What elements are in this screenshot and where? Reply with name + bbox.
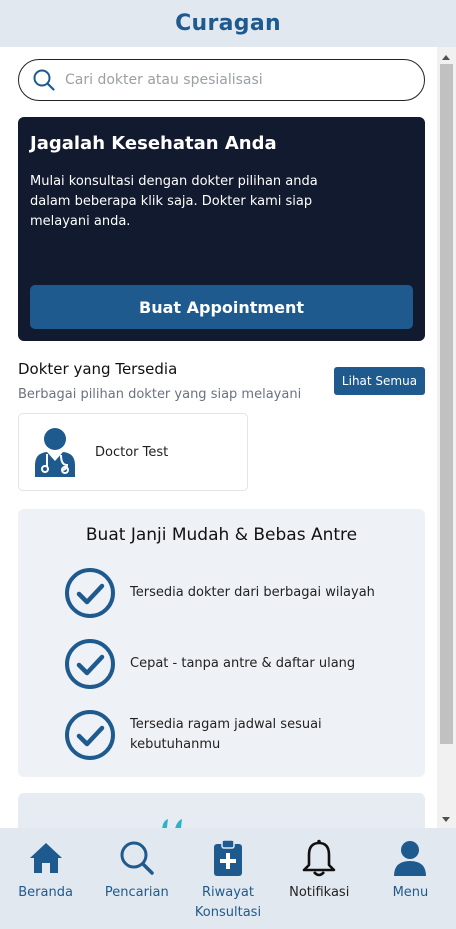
feature-text: Tersedia ragam jadwal sesuai kebutuhanmu [130,717,322,752]
check-circle-icon [65,710,115,760]
home-icon [29,843,62,873]
nav-item-home[interactable]: Beranda [0,828,91,929]
search-bar[interactable] [18,59,425,101]
feature-text: Tersedia dokter dari berbagai wilayah [130,585,375,600]
check-circle-icon [65,568,115,618]
promo-title: Buat Janji Mudah & Bebas Antre [85,525,358,545]
illustration-icon [162,819,182,828]
doctors-section-subtitle: Berbagai pilihan dokter yang siap melaya… [18,387,302,402]
secondary-banner [18,793,425,828]
top-app-bar: Curagan [0,0,456,47]
clipboard-medical-icon [214,839,242,876]
search-icon [120,841,154,875]
bell-icon [302,839,336,877]
nav-label-history: Riwayat Konsultasi [194,885,262,920]
scroll-thumb[interactable] [440,64,453,744]
bottom-navigation: Beranda Pencarian Riwayat Konsultasi Not… [0,828,456,929]
scrollbar[interactable] [437,47,456,828]
feature-item: Tersedia dokter dari berbagai wilayah [64,567,380,619]
doctor-card[interactable]: Doctor Test [18,413,248,491]
nav-label-home: Beranda [18,885,73,900]
feature-item: Tersedia ragam jadwal sesuai kebutuhanmu [64,709,330,761]
search-input[interactable] [65,72,395,88]
doctors-section-title: Dokter yang Tersedia [18,360,178,378]
feature-item: Cepat - tanpa antre & daftar ulang [64,638,380,690]
scroll-down-arrow-icon[interactable] [442,817,450,822]
doctor-name: Doctor Test [95,444,169,460]
nav-item-search[interactable]: Pencarian [91,828,182,929]
nav-item-history[interactable]: Riwayat Konsultasi [182,828,273,929]
scroll-up-arrow-icon[interactable] [442,55,450,60]
check-circle-icon [65,639,115,689]
nav-label-notifications: Notifikasi [289,885,350,900]
user-icon [394,841,427,876]
nav-label-menu: Menu [392,885,429,900]
see-all-button[interactable]: Lihat Semua [334,367,425,395]
feature-text: Cepat - tanpa antre & daftar ulang [130,656,356,671]
hero-text: Mulai konsultasi dengan dokter pilihan a… [30,174,318,229]
main-content[interactable]: Jagalah Kesehatan Anda Mulai konsultasi … [0,47,437,828]
nav-item-notifications[interactable]: Notifikasi [274,828,365,929]
hero-banner: Jagalah Kesehatan Anda Mulai konsultasi … [18,117,425,341]
hero-title: Jagalah Kesehatan Anda [30,133,277,154]
doctor-icon [35,428,75,477]
nav-item-menu[interactable]: Menu [365,828,456,929]
make-appointment-button[interactable]: Buat Appointment [30,285,413,329]
nav-label-search: Pencarian [104,885,169,900]
app-title: Curagan [175,11,281,36]
promo-section: Buat Janji Mudah & Bebas Antre Tersedia … [18,509,425,777]
search-icon [33,69,55,91]
